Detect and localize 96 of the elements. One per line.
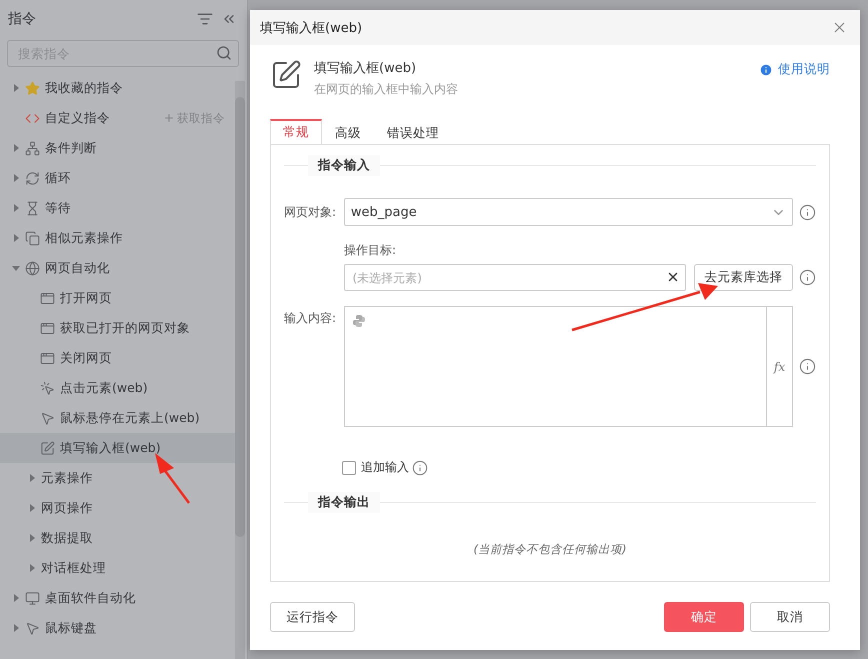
python-icon	[352, 314, 366, 328]
checkbox-label: 追加输入	[361, 459, 409, 476]
tree-item-label: 自定义指令	[45, 110, 110, 126]
tree-item-label: 关闭网页	[60, 350, 112, 366]
tree-item[interactable]: 网页自动化	[0, 253, 235, 283]
tree-item-label: 打开网页	[60, 290, 112, 306]
tree-item[interactable]: 关闭网页	[0, 343, 235, 373]
tree-item-label: 条件判断	[45, 140, 97, 156]
caret-icon	[28, 504, 36, 512]
caret-icon	[12, 84, 20, 92]
monitor-icon	[25, 590, 40, 606]
tree-item[interactable]: 鼠标键盘	[0, 613, 235, 643]
tree-item[interactable]: 循环	[0, 163, 235, 193]
info-icon[interactable]	[799, 358, 816, 375]
info-icon[interactable]	[412, 460, 428, 476]
tree-item[interactable]: 点击元素(web)	[0, 373, 235, 403]
section-title: 指令输入	[308, 154, 380, 176]
help-link[interactable]: 使用说明	[759, 61, 830, 78]
tree-item[interactable]: 相似元素操作	[0, 223, 235, 253]
tree-item-label: 数据提取	[41, 530, 93, 546]
search-icon[interactable]	[216, 45, 232, 61]
tree-item[interactable]: 数据提取	[0, 523, 235, 553]
edit-icon	[40, 440, 55, 456]
cancel-button[interactable]: 取消	[750, 602, 830, 632]
tree-item-label: 填写输入框(web)	[60, 440, 161, 456]
field-label: 操作目标:	[344, 242, 398, 259]
tree-item[interactable]: 填写输入框(web)	[0, 433, 235, 463]
tree-item-label: 相似元素操作	[45, 230, 123, 246]
star-icon	[25, 80, 40, 96]
tree-item[interactable]: 等待	[0, 193, 235, 223]
tree-item-label: 桌面软件自动化	[45, 590, 136, 606]
append-checkbox[interactable]	[342, 460, 356, 474]
caret-icon	[12, 204, 20, 212]
caret-icon	[28, 474, 36, 482]
tree-item[interactable]: 网页操作	[0, 493, 235, 523]
tree-item[interactable]: 元素操作	[0, 463, 235, 493]
caret-icon	[28, 534, 36, 542]
dialog-title: 填写输入框(web)	[260, 20, 362, 36]
caret-icon	[12, 264, 20, 272]
section-title: 指令输出	[308, 492, 380, 512]
caret-icon	[12, 174, 20, 182]
copy-icon	[25, 230, 40, 246]
content-field[interactable]: fx	[344, 306, 793, 427]
branch-icon	[25, 140, 40, 156]
tree-item[interactable]: 打开网页	[0, 283, 235, 313]
caret-icon	[12, 144, 20, 152]
annotation-arrow	[155, 453, 190, 504]
empty-output-note: (当前指令不包含任何输出项)	[474, 542, 626, 557]
info-icon[interactable]	[799, 204, 816, 220]
tree-item-label: 网页操作	[41, 500, 93, 516]
tree-item-label: 我收藏的指令	[45, 80, 123, 96]
tree-item-label: 获取已打开的网页对象	[60, 320, 190, 336]
tree-item[interactable]: 条件判断	[0, 133, 235, 163]
scrollbar[interactable]	[235, 81, 245, 659]
browser-window-icon	[40, 320, 55, 336]
field-label: 输入内容:	[284, 310, 338, 327]
click-icon	[40, 380, 55, 396]
loop-icon	[25, 170, 40, 186]
tree-item-label: 点击元素(web)	[60, 380, 148, 396]
tree-item-label: 循环	[45, 170, 71, 186]
tree-item-label: 鼠标悬停在元素上(web)	[60, 410, 200, 426]
command-description: 在网页的输入框中输入内容	[314, 81, 459, 98]
tree-item-label: 网页自动化	[45, 260, 110, 276]
element-library-button[interactable]: 去元素库选择	[694, 264, 793, 291]
caret-icon	[12, 234, 20, 242]
command-name: 填写输入框(web)	[314, 60, 418, 77]
caret-icon	[28, 564, 36, 572]
info-icon	[759, 62, 773, 76]
web-object-dropdown[interactable]: web_page	[344, 198, 793, 226]
tree-item-label: 等待	[45, 200, 71, 216]
plus-icon	[163, 112, 175, 124]
info-icon[interactable]	[798, 269, 816, 286]
browser-window-icon	[40, 290, 55, 306]
field-label: 网页对象:	[284, 204, 338, 220]
ok-button[interactable]: 确定	[664, 602, 744, 632]
browser-window-icon	[40, 350, 55, 366]
tree-item[interactable]: 桌面软件自动化	[0, 583, 235, 613]
cursor-icon	[25, 620, 40, 636]
tree-item[interactable]: 我收藏的指令	[0, 73, 235, 103]
tree-item[interactable]: 获取已打开的网页对象	[0, 313, 235, 343]
run-button[interactable]: 运行指令	[270, 602, 355, 632]
sort-icon[interactable]	[197, 11, 213, 27]
tree-item-label: 鼠标键盘	[45, 620, 97, 636]
sidebar-title: 指令	[8, 10, 37, 28]
tree-item-label: 元素操作	[41, 470, 93, 486]
caret-icon	[12, 594, 20, 602]
tree-item[interactable]: 对话框处理	[0, 553, 235, 583]
tree-item-label: 对话框处理	[41, 560, 106, 576]
edit-form-icon	[270, 59, 302, 91]
tab[interactable]: 常规	[270, 119, 322, 145]
globe-icon	[25, 260, 40, 276]
caret-icon	[12, 624, 20, 632]
tree-item[interactable]: 鼠标悬停在元素上(web)	[0, 403, 235, 433]
cursor-icon	[40, 410, 55, 426]
target-field[interactable]: (未选择元素)	[344, 264, 686, 291]
hourglass-icon	[25, 200, 40, 216]
